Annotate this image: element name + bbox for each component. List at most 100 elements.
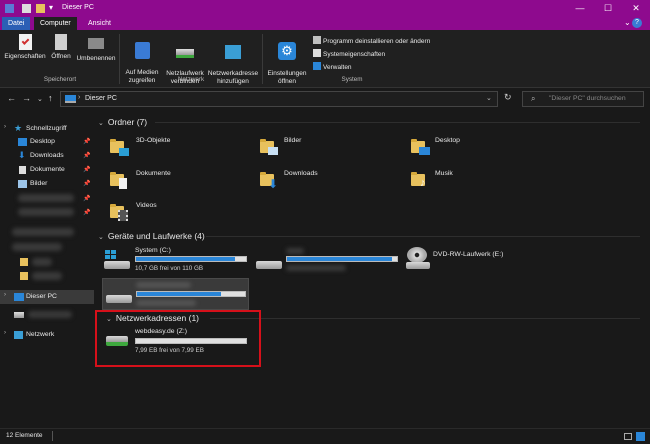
netzlaufwerk-verbinden-button[interactable]: Netzlaufwerk verbinden [163,34,207,93]
nav-item-dokumente[interactable]: Dokumente 📌 [0,163,94,177]
nav-item-downloads[interactable]: ⬇ Downloads 📌 [0,149,94,163]
collapse-chevron-icon[interactable]: ⌄ [98,234,104,241]
breadcrumb-separator-icon: › [78,94,81,101]
netzwerkadresse-hinzufuegen-button[interactable]: Netzwerkadresse hinzufügen [207,34,259,93]
eigenschaften-label: Eigenschaften [4,53,46,60]
search-box[interactable]: ⌕ "Dieser PC" durchsuchen [522,91,644,107]
window-title: Dieser PC [62,4,94,11]
up-arrow-icon[interactable]: ↑ [48,93,53,103]
explorer-app-icon [5,4,14,13]
eigenschaften-button[interactable]: Eigenschaften [3,34,47,61]
section-ordner-header[interactable]: ⌄ Ordner (7) [98,117,147,127]
refresh-icon[interactable]: ↻ [504,92,512,103]
drive-icon [14,312,24,318]
verwalten-label: Verwalten [323,64,352,71]
nav-label: Downloads [30,152,64,159]
ribbon-expand-icon[interactable]: ⌄ [624,18,631,27]
folder-musik[interactable]: ♪ Musik [407,168,527,198]
address-dropdown-icon[interactable]: ⌄ [486,94,492,102]
section-title: Geräte und Laufwerke (4) [107,231,205,241]
blurred-nav-item[interactable] [12,228,74,236]
recent-locations-dropdown-icon[interactable]: ⌄ [37,95,43,103]
close-button[interactable]: ✕ [622,0,650,17]
blurred-drive-free-space [286,265,346,271]
blurred-drive-free-space [136,300,196,306]
blurred-nav-item[interactable] [32,258,52,266]
pin-icon[interactable]: 📌 [83,195,90,202]
blurred-nav-item[interactable] [18,208,74,216]
quick-access-properties-icon[interactable] [22,4,31,13]
back-arrow-icon[interactable]: ← [7,93,16,103]
forward-arrow-icon[interactable]: → [22,93,31,103]
expand-chevron-icon[interactable]: › [4,124,6,130]
systemeigenschaften-button[interactable]: Systemeigenschaften [313,49,385,58]
tab-ansicht[interactable]: Ansicht [82,17,117,30]
folder-name: Downloads [284,170,318,177]
download-icon: ⬇ [268,177,279,191]
pin-icon[interactable]: 📌 [83,180,90,187]
oeffnen-button[interactable]: Öffnen [48,34,74,61]
blurred-nav-item[interactable] [12,243,62,251]
collapse-chevron-icon[interactable]: ⌄ [98,120,104,127]
pin-icon[interactable]: 📌 [83,166,90,173]
expand-chevron-icon[interactable]: › [4,330,6,336]
folder-dokumente[interactable]: Dokumente [106,168,226,198]
title-bar [0,0,650,17]
blurred-nav-item[interactable] [32,272,62,280]
manage-icon [313,62,321,70]
folder-downloads[interactable]: ⬇ Downloads [256,168,376,198]
3d-objects-icon [119,148,129,156]
gear-icon: ⚙ [278,41,296,60]
quick-access-new-folder-icon[interactable] [36,4,45,13]
section-divider [155,122,640,123]
nav-item-schnellzugriff[interactable]: › ★ Schnellzugriff [0,122,94,136]
group-netzwerk-label: Netzwerk [177,76,205,83]
einstellungen-oeffnen-button[interactable]: ⚙ Einstellungen öffnen [264,34,310,93]
verwalten-button[interactable]: Verwalten [313,62,352,71]
folder-videos[interactable]: Videos [106,200,226,230]
blurred-nav-item[interactable] [18,194,74,202]
drive-item-2[interactable] [254,244,400,276]
drive-system-c[interactable]: System (C:) 10,7 GB frei von 110 GB [102,244,248,276]
rename-icon [88,38,104,49]
tab-computer[interactable]: Computer [34,17,77,30]
nav-item-bilder[interactable]: Bilder 📌 [0,177,94,191]
status-bar: 12 Elemente [0,428,650,444]
minimize-button[interactable]: — [566,0,594,17]
umbenennen-button[interactable]: Umbenennen [75,34,117,63]
folder-bilder[interactable]: Bilder [256,135,376,165]
details-view-icon[interactable] [624,433,632,440]
folder-desktop[interactable]: Desktop [407,135,527,165]
section-geraete-header[interactable]: ⌄ Geräte und Laufwerke (4) [98,231,205,241]
quick-access-dropdown-icon[interactable]: ▾ [49,3,53,12]
nav-item-dieser-pc[interactable]: › Dieser PC [0,290,94,304]
oeffnen-label: Öffnen [51,53,71,60]
maximize-button[interactable]: ☐ [594,0,622,17]
folder-name: 3D-Objekte [136,137,171,144]
nav-item-netzwerk[interactable]: › Netzwerk [0,328,94,342]
tab-datei[interactable]: Datei [2,17,31,30]
help-icon[interactable]: ? [632,18,642,28]
ribbon-separator [119,34,120,84]
group-system-label: System [341,76,363,83]
pin-icon[interactable]: 📌 [83,209,90,216]
open-icon [55,34,67,50]
blurred-nav-item[interactable] [28,311,72,318]
folder-name: Musik [435,170,453,177]
section-divider [210,318,640,319]
large-icons-view-icon[interactable] [636,432,645,441]
section-divider [206,236,640,237]
nav-item-desktop[interactable]: Desktop 📌 [0,135,94,149]
drive-item-selected[interactable] [102,278,249,310]
programm-deinstallieren-button[interactable]: Programm deinstallieren oder ändern [313,36,430,45]
pin-icon[interactable]: 📌 [83,152,90,159]
this-pc-icon [65,95,76,103]
pin-icon[interactable]: 📌 [83,138,90,145]
address-bar[interactable]: › Dieser PC ⌄ [60,91,498,107]
music-icon: ♪ [420,177,426,189]
folder-name: Bilder [284,137,302,144]
drive-dvd-e[interactable]: DVD-RW-Laufwerk (E:) [404,244,534,276]
folder-3d-objekte[interactable]: 3D-Objekte [106,135,226,165]
expand-chevron-icon[interactable]: › [4,292,6,298]
blurred-drive-name [286,248,304,254]
